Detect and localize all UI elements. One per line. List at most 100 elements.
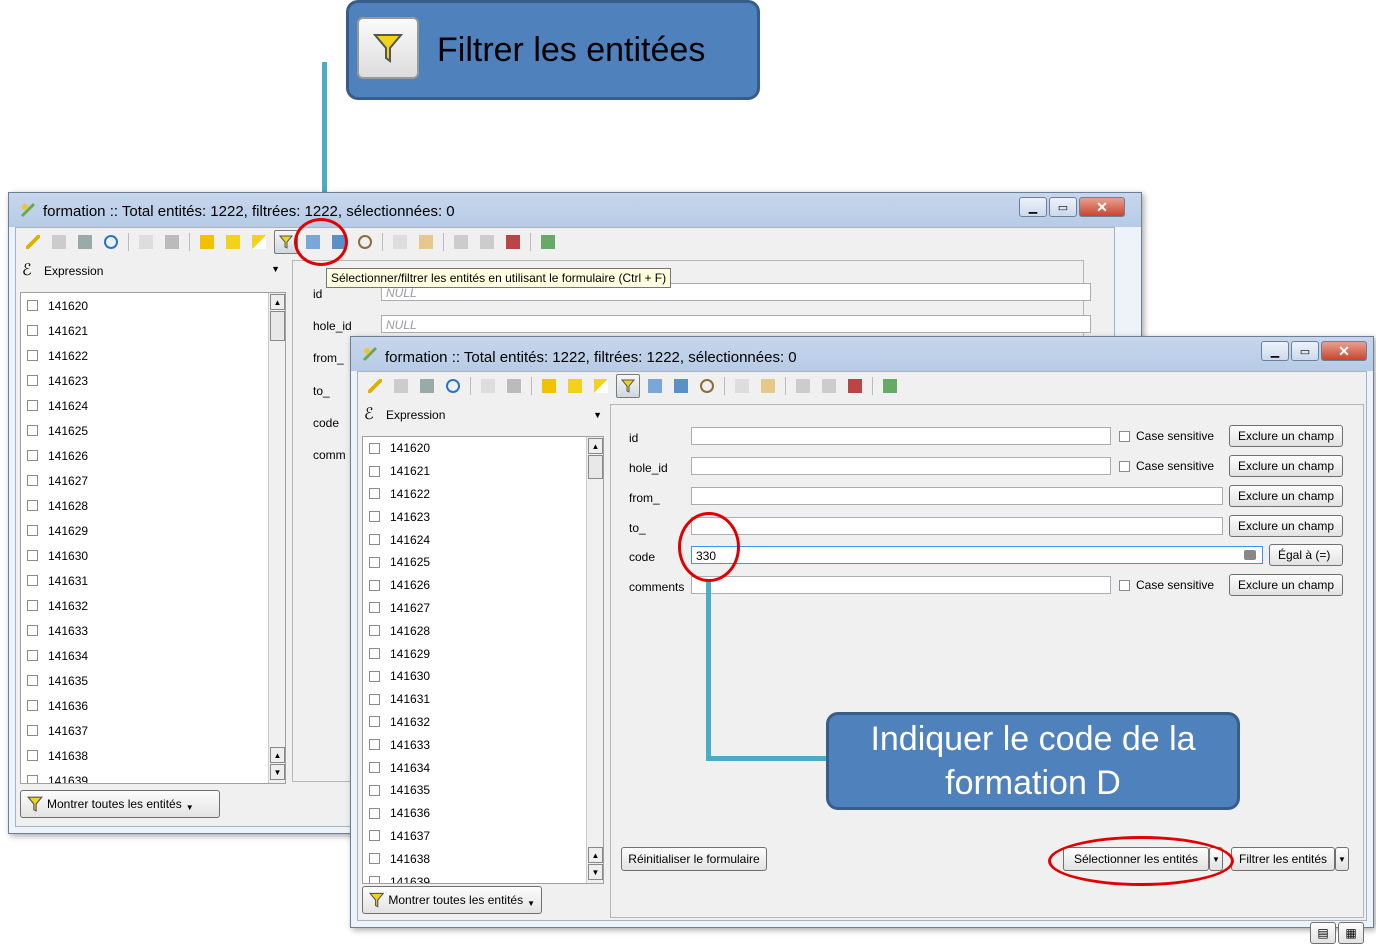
row-checkbox[interactable] xyxy=(27,650,38,661)
list-item[interactable]: 141625 xyxy=(363,551,603,574)
list-item[interactable]: 141636 xyxy=(363,802,603,825)
list-item[interactable]: 141620 xyxy=(21,293,285,318)
comments-option-dropdown[interactable]: Exclure un champ xyxy=(1229,574,1343,596)
row-checkbox[interactable] xyxy=(27,725,38,736)
hole-id-input[interactable] xyxy=(691,457,1111,475)
minimize-button[interactable]: ▁ xyxy=(1261,341,1289,361)
list-item[interactable]: 141635 xyxy=(363,779,603,802)
row-checkbox[interactable] xyxy=(27,600,38,611)
conditional-format-icon[interactable] xyxy=(879,375,901,397)
to-input[interactable] xyxy=(691,517,1223,535)
row-checkbox[interactable] xyxy=(369,807,380,819)
to-option-dropdown[interactable]: Exclure un champ xyxy=(1229,515,1343,537)
reload-icon[interactable] xyxy=(442,375,464,397)
list-item[interactable]: 141634 xyxy=(21,643,285,668)
show-all-features-button[interactable]: Montrer toutes les entités ▼ xyxy=(362,886,542,914)
list-item[interactable]: 141630 xyxy=(363,665,603,688)
table-view-toggle[interactable]: ▦ xyxy=(1338,922,1364,944)
list-item[interactable]: 141621 xyxy=(363,460,603,483)
maximize-button[interactable]: ▭ xyxy=(1291,341,1319,361)
list-item[interactable]: 141623 xyxy=(21,368,285,393)
from-input[interactable] xyxy=(691,487,1223,505)
row-checkbox[interactable] xyxy=(369,556,380,568)
list-item[interactable]: 141626 xyxy=(21,443,285,468)
maximize-button[interactable]: ▭ xyxy=(1049,197,1077,217)
row-checkbox[interactable] xyxy=(369,670,380,682)
field-calculator-icon[interactable] xyxy=(502,231,524,253)
select-expression-icon[interactable] xyxy=(538,375,560,397)
edit-pencil-icon[interactable] xyxy=(22,231,44,253)
row-checkbox[interactable] xyxy=(369,579,380,591)
select-all-icon[interactable] xyxy=(222,231,244,253)
add-feature-icon[interactable] xyxy=(135,231,157,253)
row-checkbox[interactable] xyxy=(27,375,38,386)
multi-edit-icon[interactable] xyxy=(390,375,412,397)
id-input[interactable] xyxy=(691,427,1111,445)
row-checkbox[interactable] xyxy=(369,853,380,865)
list-item[interactable]: 141626 xyxy=(363,574,603,597)
copy-icon[interactable] xyxy=(389,231,411,253)
list-item[interactable]: 141638 xyxy=(363,847,603,870)
row-checkbox[interactable] xyxy=(27,550,38,561)
row-checkbox[interactable] xyxy=(369,762,380,774)
add-feature-icon[interactable] xyxy=(477,375,499,397)
row-checkbox[interactable] xyxy=(27,450,38,461)
row-checkbox[interactable] xyxy=(27,500,38,511)
code-operator-dropdown[interactable]: Égal à (=) xyxy=(1269,544,1343,566)
list-item[interactable]: 141631 xyxy=(363,688,603,711)
list-item[interactable]: 141632 xyxy=(21,593,285,618)
invert-selection-icon[interactable] xyxy=(590,375,612,397)
row-checkbox[interactable] xyxy=(27,775,38,783)
list-item[interactable]: 141629 xyxy=(21,518,285,543)
row-checkbox[interactable] xyxy=(27,475,38,486)
minimize-button[interactable]: ▁ xyxy=(1019,197,1047,217)
front-feature-list[interactable]: 141620 141621 141622 141623 141624 141625 1416… xyxy=(362,436,604,884)
list-item[interactable]: 141624 xyxy=(21,393,285,418)
list-item[interactable]: 141627 xyxy=(363,597,603,620)
list-item[interactable]: 141633 xyxy=(21,618,285,643)
list-item[interactable]: 141625 xyxy=(21,418,285,443)
row-checkbox[interactable] xyxy=(369,465,380,477)
delete-icon[interactable] xyxy=(161,231,183,253)
list-item[interactable]: 141637 xyxy=(363,825,603,848)
clear-input-icon[interactable] xyxy=(1244,550,1256,560)
reset-form-button[interactable]: Réinitialiser le formulaire xyxy=(621,847,767,871)
row-checkbox[interactable] xyxy=(369,602,380,614)
row-checkbox[interactable] xyxy=(369,625,380,637)
list-item[interactable]: 141627 xyxy=(21,468,285,493)
list-item[interactable]: 141638 xyxy=(21,743,285,768)
expression-selector[interactable]: ℰ Expression ▼ xyxy=(22,260,282,282)
row-checkbox[interactable] xyxy=(369,876,380,883)
scrollbar[interactable]: ▲ ▲ ▼ xyxy=(586,437,603,883)
zoom-map-icon[interactable] xyxy=(696,375,718,397)
row-checkbox[interactable] xyxy=(27,625,38,636)
case-sensitive-id[interactable]: Case sensitive xyxy=(1119,429,1214,443)
paste-icon[interactable] xyxy=(757,375,779,397)
row-checkbox[interactable] xyxy=(369,488,380,500)
filter-features-button[interactable]: Filtrer les entités xyxy=(1231,847,1335,871)
list-item[interactable]: 141624 xyxy=(363,528,603,551)
row-checkbox[interactable] xyxy=(27,675,38,686)
row-checkbox[interactable] xyxy=(369,739,380,751)
delete-field-icon[interactable] xyxy=(476,231,498,253)
row-checkbox[interactable] xyxy=(369,716,380,728)
filter-features-dropdown[interactable]: ▼ xyxy=(1335,847,1349,871)
row-checkbox[interactable] xyxy=(27,350,38,361)
list-item[interactable]: 141639 xyxy=(363,870,603,883)
delete-field-icon[interactable] xyxy=(818,375,840,397)
reload-icon[interactable] xyxy=(100,231,122,253)
row-checkbox[interactable] xyxy=(27,750,38,761)
copy-icon[interactable] xyxy=(731,375,753,397)
select-all-icon[interactable] xyxy=(564,375,586,397)
zoom-map-icon[interactable] xyxy=(354,231,376,253)
list-item[interactable]: 141629 xyxy=(363,642,603,665)
row-checkbox[interactable] xyxy=(369,830,380,842)
new-field-icon[interactable] xyxy=(792,375,814,397)
list-item[interactable]: 141635 xyxy=(21,668,285,693)
list-item[interactable]: 141633 xyxy=(363,733,603,756)
case-sensitive-hole-id[interactable]: Case sensitive xyxy=(1119,459,1214,473)
pan-map-icon[interactable] xyxy=(670,375,692,397)
list-item[interactable]: 141639 xyxy=(21,768,285,783)
row-checkbox[interactable] xyxy=(369,784,380,796)
field-calculator-icon[interactable] xyxy=(844,375,866,397)
